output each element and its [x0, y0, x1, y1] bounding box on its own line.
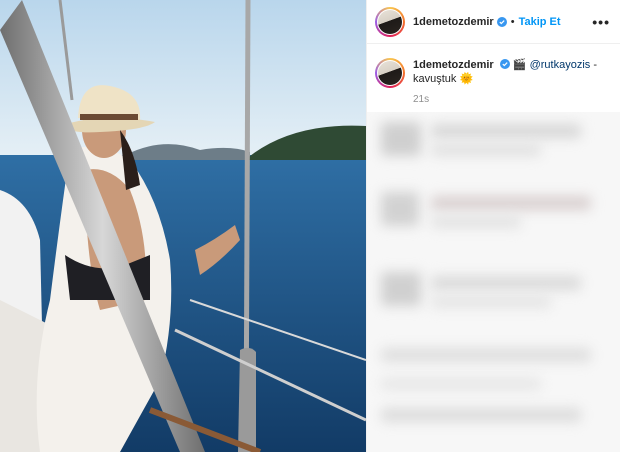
verified-badge-icon [496, 16, 507, 27]
blurred-comments-area [367, 112, 620, 452]
post-caption: 1demetozdemir 🎬 @rutkayozis - kavuştuk 🌞 [367, 44, 620, 88]
header-username[interactable]: 1demetozdemir [413, 16, 494, 28]
sun-icon: 🌞 [459, 73, 474, 85]
verified-badge-icon [499, 59, 510, 69]
instagram-post: 1demetozdemir • Takip Et ••• 1demetozdem… [0, 0, 620, 452]
caption-text: 1demetozdemir 🎬 @rutkayozis - kavuştuk 🌞 [413, 58, 610, 88]
profile-avatar[interactable] [375, 6, 405, 37]
more-options-icon[interactable]: ••• [592, 14, 610, 30]
caption-username[interactable]: 1demetozdemir [413, 59, 494, 71]
post-side-panel: 1demetozdemir • Takip Et ••• 1demetozdem… [366, 0, 620, 452]
clapper-icon: 🎬 [512, 59, 527, 71]
caption-body: kavuştuk [413, 73, 457, 85]
caption-avatar[interactable] [375, 58, 405, 88]
post-header: 1demetozdemir • Takip Et ••• [367, 0, 620, 44]
photo-illustration [0, 0, 366, 452]
caption-dash: - [590, 59, 598, 71]
post-timestamp: 21s [413, 94, 430, 105]
mention-link[interactable]: @rutkayozis [530, 59, 591, 71]
follow-button[interactable]: Takip Et [519, 16, 561, 28]
post-photo[interactable] [0, 0, 366, 452]
header-separator: • [510, 15, 515, 28]
